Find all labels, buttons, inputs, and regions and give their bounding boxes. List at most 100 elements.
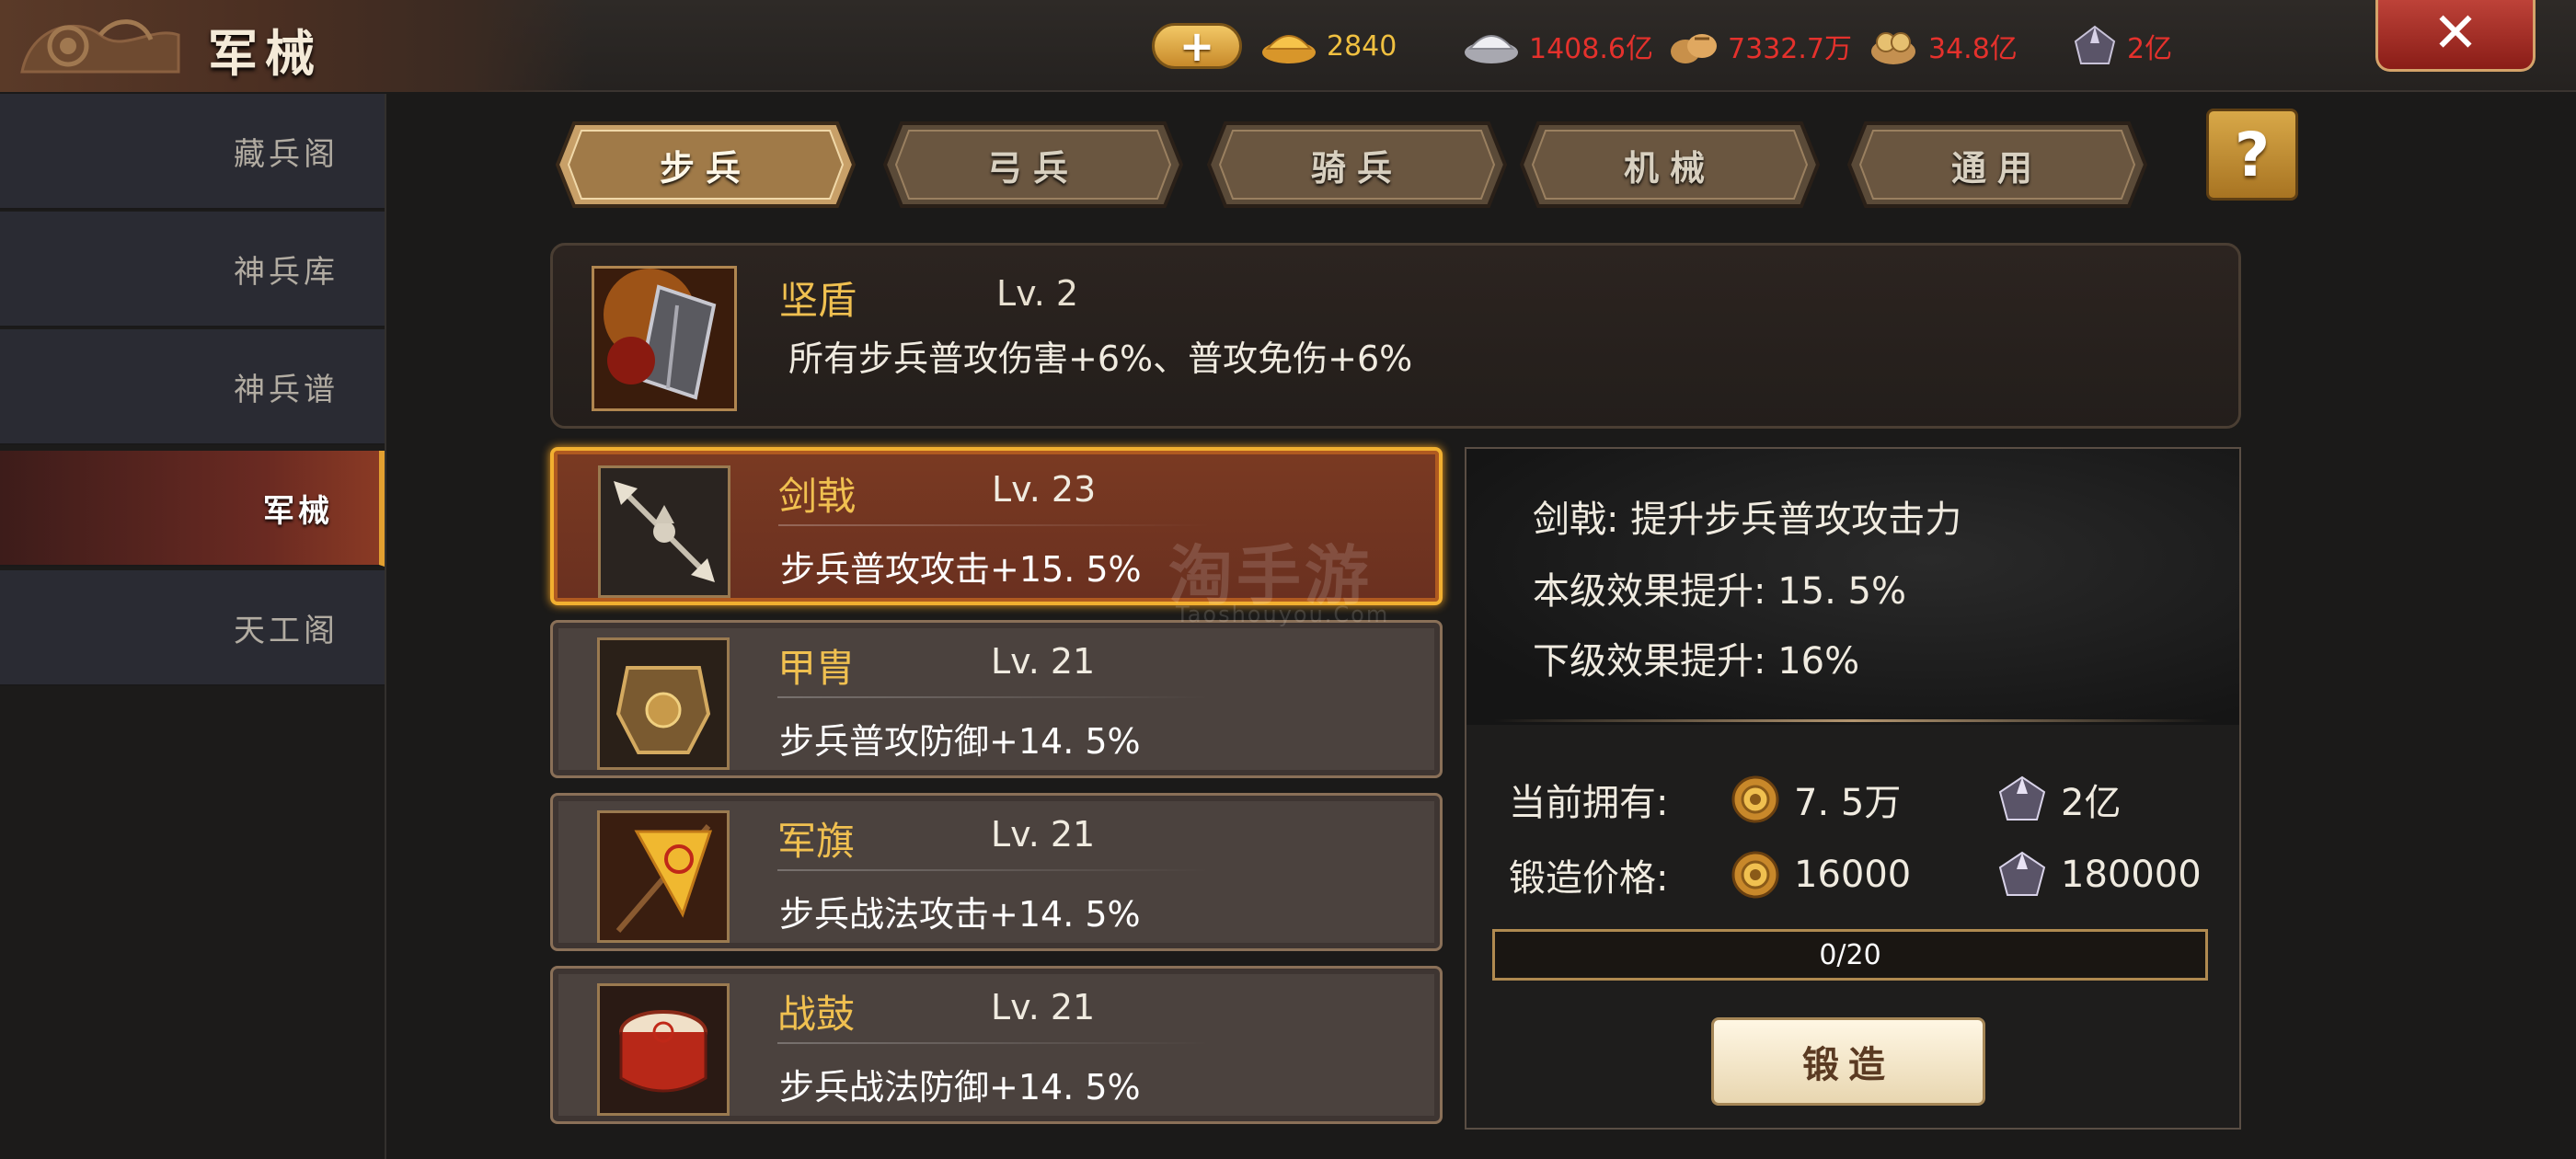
equipment-level: Lv. 21 [991, 814, 1096, 855]
tab-general[interactable]: 通用 [1846, 120, 2149, 210]
detail-next-effect: 下级效果提升: 16% [1533, 640, 1860, 683]
owned-gear: 7. 5万 [1730, 773, 1996, 826]
tab-cavalry[interactable]: 骑兵 [1205, 120, 1509, 210]
grain-value: 7332.7万 [1728, 33, 1852, 65]
sidebar-item-label: 军械 [263, 492, 333, 530]
cost-gear-value: 16000 [1794, 854, 1912, 896]
detail-panel: 剑戟: 提升步兵普攻攻击力 本级效果提升: 15. 5% 下级效果提升: 16%… [1465, 447, 2241, 1130]
silver-value: 1408.6亿 [1529, 33, 1653, 65]
ore-value: 2亿 [2127, 33, 2173, 65]
plus-icon: + [1179, 21, 1215, 71]
ore-crystal-icon [1998, 851, 2046, 896]
sidebar-item-label: 神兵谱 [234, 371, 339, 408]
equipment-desc: 步兵战法防御+14. 5% [779, 1067, 1141, 1107]
cost-gear: 16000 [1730, 849, 1996, 901]
help-button[interactable]: ? [2206, 109, 2298, 201]
equipment-level: Lv. 21 [991, 641, 1096, 682]
divider [778, 524, 1211, 526]
tab-label: 机械 [1623, 146, 1716, 189]
coins-value: 34.8亿 [1928, 33, 2018, 65]
progress-text: 0/20 [1819, 938, 1881, 971]
tab-infantry[interactable]: 步兵 [554, 120, 857, 210]
equipment-name: 剑戟 [778, 474, 857, 519]
equipment-item-zhangu[interactable]: 战鼓 Lv. 21 步兵战法防御+14. 5% [550, 966, 1443, 1124]
tab-label: 骑兵 [1310, 146, 1403, 189]
gold-ingot-icon [1262, 35, 1316, 63]
tab-machinery[interactable]: 机械 [1518, 120, 1822, 210]
forge-button[interactable]: 锻造 [1711, 1017, 1985, 1106]
equipment-item-junqi[interactable]: 军旗 Lv. 21 步兵战法攻击+14. 5% [550, 793, 1443, 951]
divider [777, 869, 1210, 871]
equipment-name: 甲胄 [777, 646, 856, 691]
sidebar-item-label: 神兵库 [234, 253, 339, 291]
divider [777, 696, 1210, 698]
resource-silver: 1408.6亿 [1463, 20, 1653, 72]
equipment-desc: 步兵普攻防御+14. 5% [779, 721, 1141, 762]
war-drum-icon [597, 983, 730, 1116]
featured-item[interactable]: 坚盾 Lv. 2 所有步兵普攻伤害+6%、普攻免伤+6% [550, 243, 2241, 429]
halberd-icon [598, 465, 730, 598]
forge-button-label: 锻造 [1802, 1043, 1894, 1086]
sidebar-item-label: 藏兵阁 [234, 135, 339, 173]
featured-desc: 所有步兵普攻伤害+6%、普攻免伤+6% [788, 339, 1413, 379]
sidebar-item-label: 天工阁 [234, 612, 339, 649]
close-button[interactable]: ✕ [2375, 0, 2536, 72]
grain-sack-icon [1671, 34, 1717, 63]
tab-label: 弓兵 [986, 146, 1079, 189]
gear-token-icon [1731, 851, 1779, 899]
equipment-item-jiazhou[interactable]: 甲胄 Lv. 21 步兵普攻防御+14. 5% [550, 620, 1443, 778]
armor-icon [597, 637, 730, 770]
equipment-desc: 步兵战法攻击+14. 5% [779, 894, 1141, 935]
sidebar-item-shenbingku[interactable]: 神兵库 [0, 212, 385, 327]
cost-row: 锻造价格: 16000 180000 [1509, 846, 2226, 903]
close-icon: ✕ [2432, 0, 2479, 65]
question-icon: ? [2234, 119, 2271, 190]
owned-label: 当前拥有: [1509, 782, 1669, 824]
featured-name: 坚盾 [779, 278, 857, 323]
equipment-name: 军旗 [777, 819, 856, 864]
forge-progress-bar: 0/20 [1492, 929, 2208, 981]
title-plate: 军械 [0, 0, 589, 92]
gold-value: 2840 [1327, 29, 1397, 63]
watermark-sub: Taoshouyou.Com [1176, 602, 1390, 627]
sidebar-item-junxie[interactable]: 军械 [0, 451, 385, 567]
owned-ore-value: 2亿 [2061, 782, 2122, 824]
sidebar-item-cangbingge[interactable]: 藏兵阁 [0, 94, 385, 210]
equipment-level: Lv. 23 [992, 469, 1097, 510]
cost-label: 锻造价格: [1509, 857, 1669, 900]
divider [777, 1042, 1210, 1044]
resource-coins: 34.8亿 [1868, 20, 2018, 72]
page-title: 军械 [208, 24, 322, 83]
silver-ingot-icon [1465, 35, 1518, 63]
equipment-name: 战鼓 [777, 992, 856, 1037]
featured-level: Lv. 2 [996, 273, 1079, 314]
dragon-ornament-icon [20, 19, 180, 74]
ore-crystal-icon [2074, 25, 2116, 64]
top-bar: 军械 + 2840 1408.6亿 7332.7万 34.8亿 2亿 ✕ [0, 0, 2576, 92]
ore-crystal-icon [1998, 775, 2046, 820]
owned-row: 当前拥有: 7. 5万 2亿 [1509, 771, 2226, 828]
equipment-desc: 步兵普攻攻击+15. 5% [780, 549, 1142, 590]
shield-icon [592, 266, 737, 411]
cost-ore: 180000 [1996, 849, 2202, 901]
sidebar: 藏兵阁 神兵库 神兵谱 军械 天工阁 [0, 94, 386, 1159]
tab-label: 通用 [1950, 146, 2043, 189]
cost-ore-value: 180000 [2061, 854, 2202, 896]
sidebar-item-shenbingpu[interactable]: 神兵谱 [0, 329, 385, 445]
coin-bag-icon [1871, 32, 1915, 64]
resource-grain: 7332.7万 [1667, 20, 1852, 72]
war-banner-icon [597, 810, 730, 943]
detail-title: 剑戟: 提升步兵普攻攻击力 [1533, 499, 1962, 541]
resource-ore: 2亿 [2072, 20, 2172, 72]
gear-token-icon [1731, 775, 1779, 823]
sidebar-item-tiangongge[interactable]: 天工阁 [0, 570, 385, 686]
equipment-level: Lv. 21 [991, 987, 1096, 1027]
owned-ore: 2亿 [1996, 773, 2121, 826]
detail-current-effect: 本级效果提升: 15. 5% [1533, 570, 1906, 613]
resource-gold: 2840 [1260, 20, 1397, 72]
owned-gear-value: 7. 5万 [1794, 782, 1902, 824]
recharge-button[interactable]: + [1152, 23, 1242, 69]
divider [1494, 719, 2212, 722]
tab-label: 步兵 [659, 146, 752, 189]
tab-archer[interactable]: 弓兵 [881, 120, 1185, 210]
